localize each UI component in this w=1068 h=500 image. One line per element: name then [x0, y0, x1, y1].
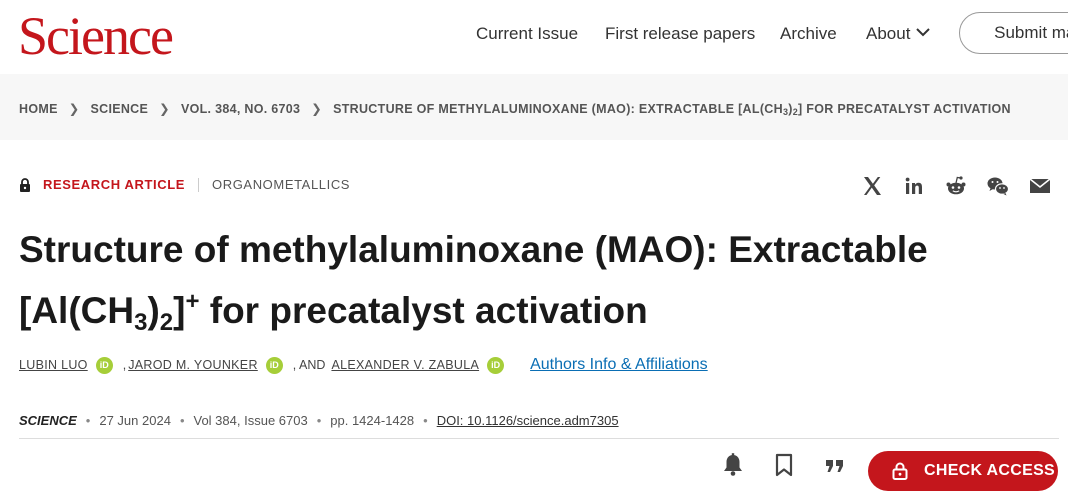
check-access-button[interactable]: CHECK ACCESS: [868, 451, 1058, 491]
breadcrumb-science[interactable]: SCIENCE: [90, 102, 148, 116]
article-title: Structure of methylaluminoxane (MAO): Ex…: [19, 224, 1059, 349]
lock-icon: [20, 177, 30, 192]
nav-about[interactable]: About: [866, 24, 931, 44]
nav-current-issue[interactable]: Current Issue: [476, 24, 578, 44]
authors-info-affiliations-link[interactable]: Authors Info & Affiliations: [530, 356, 708, 374]
page-range: pp. 1424-1428: [330, 413, 415, 428]
author-link[interactable]: JAROD M. YOUNKER: [128, 358, 258, 372]
publication-date: 27 Jun 2024: [99, 413, 171, 428]
doi-link[interactable]: DOI: 10.1126/science.adm7305: [437, 413, 619, 428]
nav-about-label: About: [866, 24, 911, 43]
title-sup-plus: +: [185, 288, 200, 315]
bullet: •: [316, 413, 322, 428]
breadcrumb-current-tail: ] FOR PRECATALYST ACTIVATION: [798, 102, 1011, 116]
article-type: RESEARCH ARTICLE: [43, 177, 186, 192]
author-separator: ,: [122, 358, 127, 372]
nav-archive[interactable]: Archive: [780, 24, 837, 44]
email-icon[interactable]: [1028, 174, 1052, 198]
publication-info: SCIENCE • 27 Jun 2024 • Vol 384, Issue 6703 •…: [19, 413, 619, 428]
share-bar: [860, 174, 1068, 198]
breadcrumb: HOME ❯ SCIENCE ❯ VOL. 384, NO. 6703 ❯ STRUCTUR…: [19, 101, 1011, 117]
article-actions: [720, 452, 873, 478]
breadcrumb-current-text: STRUCTURE OF METHYLALUMINOXANE (MAO): EX…: [333, 102, 783, 116]
bookmark-icon[interactable]: [771, 452, 797, 478]
breadcrumb-home[interactable]: HOME: [19, 102, 58, 116]
linkedin-icon[interactable]: [902, 174, 926, 198]
site-header: Science Current Issue First release pape…: [0, 0, 1068, 74]
bullet: •: [423, 413, 428, 428]
article-meta-row: RESEARCH ARTICLE ORGANOMETALLICS: [19, 177, 350, 192]
bullet: •: [85, 413, 91, 428]
breadcrumb-band: HOME ❯ SCIENCE ❯ VOL. 384, NO. 6703 ❯ STRUCTUR…: [0, 74, 1068, 140]
author-separator: , AND: [292, 358, 326, 372]
title-sub-2: 2: [159, 309, 174, 336]
chevron-down-icon: [916, 28, 931, 37]
divider: [19, 438, 1059, 439]
title-sub-3: 3: [134, 309, 148, 336]
lock-icon: [892, 462, 908, 480]
breadcrumb-volume[interactable]: VOL. 384, NO. 6703: [181, 102, 300, 116]
author-link[interactable]: LUBIN LUO: [19, 358, 88, 372]
bell-icon[interactable]: [720, 452, 746, 478]
article-subject[interactable]: ORGANOMETALLICS: [212, 177, 350, 192]
title-part-d: for precatalyst activation: [199, 290, 648, 331]
title-part-b: ): [147, 290, 160, 331]
title-line-1: Structure of methylaluminoxane (MAO): Ex…: [19, 229, 928, 270]
author-link[interactable]: ALEXANDER V. ZABULA: [331, 358, 479, 372]
nav-first-release-papers[interactable]: First release papers: [605, 24, 755, 44]
orcid-icon[interactable]: iD: [265, 356, 283, 374]
bullet: •: [179, 413, 185, 428]
author-list: LUBIN LUO iD , JAROD M. YOUNKER iD , AND…: [19, 356, 708, 374]
science-logo[interactable]: Science: [18, 6, 174, 66]
chevron-right-icon: ❯: [68, 102, 80, 116]
check-access-label: CHECK ACCESS: [924, 462, 1056, 479]
x-icon[interactable]: [860, 174, 884, 198]
reddit-icon[interactable]: [944, 174, 968, 198]
title-part-a: [Al(CH: [19, 290, 135, 331]
orcid-icon[interactable]: iD: [95, 356, 113, 374]
divider: [198, 177, 200, 192]
orcid-icon[interactable]: iD: [487, 356, 505, 374]
quote-icon[interactable]: [822, 452, 848, 478]
wechat-icon[interactable]: [986, 174, 1010, 198]
title-line-2: [Al(CH3)2]+ for precatalyst activation: [19, 288, 648, 336]
submit-manuscript-button[interactable]: Submit man: [959, 12, 1068, 54]
title-part-c: ]: [173, 290, 186, 331]
breadcrumb-current: STRUCTURE OF METHYLALUMINOXANE (MAO): EX…: [333, 102, 1011, 117]
volume-issue[interactable]: Vol 384, Issue 6703: [194, 413, 308, 428]
chevron-right-icon: ❯: [159, 102, 170, 116]
journal-name[interactable]: SCIENCE: [19, 413, 77, 428]
chevron-right-icon: ❯: [311, 102, 323, 116]
